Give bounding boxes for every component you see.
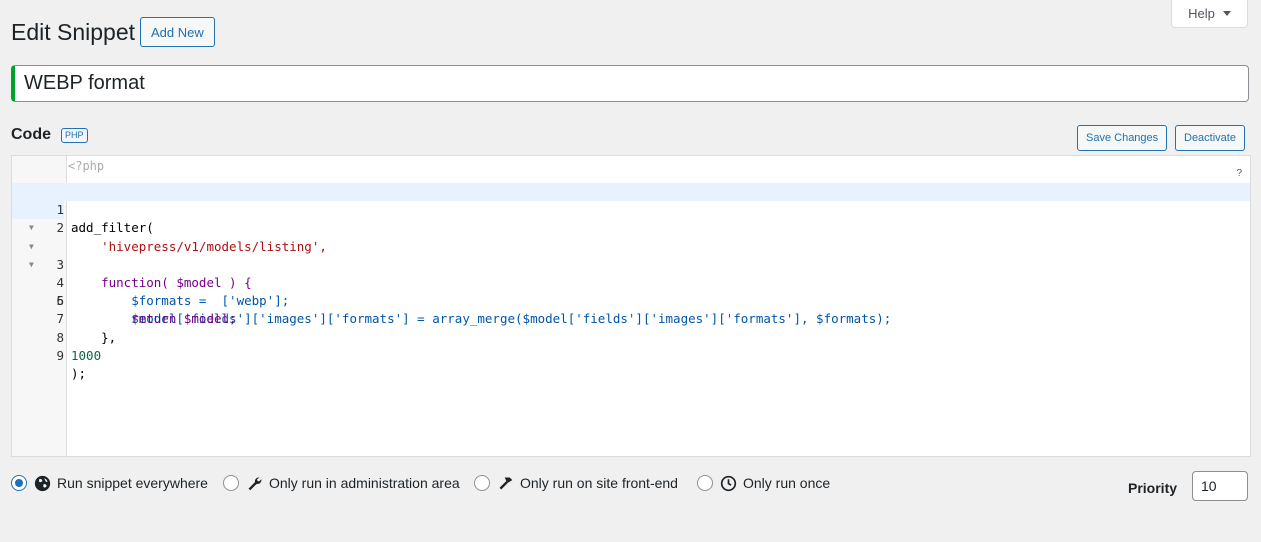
fold-arrow-icon[interactable]: ▼ [29,256,34,274]
scope-label-admin: Only run in administration area [269,475,460,491]
clock-icon [719,474,737,492]
language-badge: PHP [61,128,88,143]
editor-help-icon[interactable]: ? [1236,168,1242,179]
line-text: 1000 [71,347,102,363]
help-tab-button[interactable]: Help [1171,0,1248,28]
scope-option-once[interactable]: Only run once [697,474,830,492]
code-line: 7 }, [12,292,1250,344]
code-section-label: Code [11,126,51,143]
code-line: 1 add_filter( [12,183,1250,235]
code-line: ▼ 3 function( $model ) { [12,219,1250,290]
code-line: ▼ 4 $formats = ['webp']; [12,238,1250,309]
scope-label-everywhere: Run snippet everywhere [57,475,208,491]
scope-radio-once[interactable] [697,475,713,491]
snippet-title-input[interactable]: WEBP format [11,65,1249,102]
wrench-icon [245,474,263,492]
scope-radio-everywhere[interactable] [11,475,27,491]
fold-arrow-icon[interactable]: ▼ [29,238,34,256]
page-title: Edit Snippet [11,19,136,45]
fold-arrow-icon[interactable]: ▼ [29,219,34,237]
deactivate-button[interactable]: Deactivate [1175,125,1245,151]
scope-option-everywhere[interactable]: Run snippet everywhere [11,474,208,492]
scope-option-admin[interactable]: Only run in administration area [223,474,460,492]
scope-label-front-end: Only run on site front-end [520,475,678,491]
scope-radio-front-end[interactable] [474,475,490,491]
line-number: 9 [56,347,64,363]
scope-option-front-end[interactable]: Only run on site front-end [474,474,678,492]
priority-input[interactable]: 10 [1192,471,1248,501]
code-line: ▼ 5 $model['fields']['images']['formats'… [12,256,1250,327]
hammer-icon [496,474,514,492]
scope-label-once: Only run once [743,475,831,491]
help-label: Help [1188,6,1215,21]
code-lines: 1 add_filter( 2 'hivepress/v1/models/lis… [12,183,1250,381]
php-open-tag: <?php [68,159,105,173]
code-line: 8 1000 [12,310,1250,363]
scope-radio-admin[interactable] [223,475,239,491]
code-line: 2 'hivepress/v1/models/listing', [12,201,1250,253]
priority-label: Priority [1128,480,1178,496]
save-changes-button[interactable]: Save Changes [1077,125,1168,151]
code-line: 9 ); [12,329,1250,381]
caret-down-icon [1222,11,1231,16]
add-new-button[interactable]: Add New [140,17,215,47]
code-editor[interactable]: <?php ? 1 add_filter( 2 'hivepress/v1/mo… [11,155,1251,457]
scope-options: Run snippet everywhere Only run in admin… [11,474,871,494]
globe-icon [33,474,51,492]
line-text: ); [71,365,87,381]
code-line: 6 return $model; [12,274,1250,326]
